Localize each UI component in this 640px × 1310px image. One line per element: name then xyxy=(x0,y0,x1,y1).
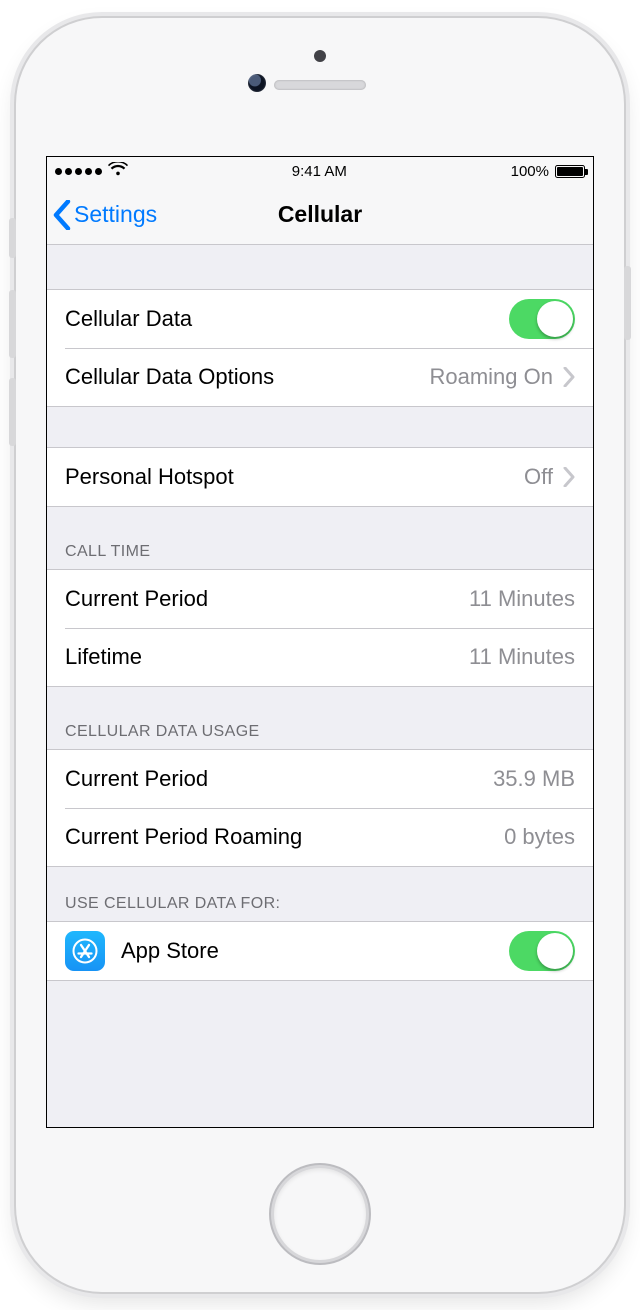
chevron-right-icon xyxy=(563,467,575,487)
battery-percent: 100% xyxy=(511,163,549,180)
front-camera xyxy=(248,74,266,92)
row-cellular-data-options[interactable]: Cellular Data Options Roaming On xyxy=(47,348,593,406)
earpiece-speaker xyxy=(274,80,366,90)
row-data-current-period: Current Period 35.9 MB xyxy=(47,750,593,808)
power-button xyxy=(624,266,631,340)
row-value: 0 bytes xyxy=(504,824,575,850)
group-use-data-for: App Store xyxy=(47,921,593,981)
cellular-data-toggle[interactable] xyxy=(509,299,575,339)
row-label: Cellular Data xyxy=(65,306,509,332)
signal-strength-icon xyxy=(55,168,102,175)
chevron-left-icon xyxy=(53,200,71,230)
app-store-icon xyxy=(65,931,105,971)
status-bar: 9:41 AM 100% xyxy=(47,157,593,185)
row-personal-hotspot[interactable]: Personal Hotspot Off xyxy=(47,448,593,506)
row-cellular-data[interactable]: Cellular Data xyxy=(47,290,593,348)
volume-down-button xyxy=(9,378,16,446)
group-cellular: Cellular Data Cellular Data Options Roam… xyxy=(47,289,593,407)
battery-icon xyxy=(555,165,585,178)
section-header-call-time: CALL TIME xyxy=(47,507,593,569)
chevron-right-icon xyxy=(563,367,575,387)
row-label: Lifetime xyxy=(65,644,469,670)
mute-switch xyxy=(9,218,16,258)
row-label: Current Period xyxy=(65,586,469,612)
row-value: 11 Minutes xyxy=(469,586,575,612)
screen: 9:41 AM 100% Settings Cellular Cellular … xyxy=(46,156,594,1128)
row-label: Personal Hotspot xyxy=(65,464,524,490)
row-call-current-period: Current Period 11 Minutes xyxy=(47,570,593,628)
row-value: 35.9 MB xyxy=(493,766,575,792)
row-label: Current Period xyxy=(65,766,493,792)
row-label: Cellular Data Options xyxy=(65,364,429,390)
row-call-lifetime: Lifetime 11 Minutes xyxy=(47,628,593,686)
proximity-sensor xyxy=(314,50,326,62)
row-value: Roaming On xyxy=(429,364,553,390)
page-title: Cellular xyxy=(278,201,362,228)
back-label: Settings xyxy=(74,201,157,228)
settings-content[interactable]: Cellular Data Cellular Data Options Roam… xyxy=(47,245,593,1127)
row-value: Off xyxy=(524,464,553,490)
group-data-usage: Current Period 35.9 MB Current Period Ro… xyxy=(47,749,593,867)
group-hotspot: Personal Hotspot Off xyxy=(47,447,593,507)
home-button[interactable] xyxy=(274,1168,366,1260)
row-label: App Store xyxy=(121,938,509,964)
iphone-frame: 9:41 AM 100% Settings Cellular Cellular … xyxy=(16,18,624,1292)
section-header-use-data-for: USE CELLULAR DATA FOR: xyxy=(47,867,593,921)
row-data-current-period-roaming: Current Period Roaming 0 bytes xyxy=(47,808,593,866)
back-button[interactable]: Settings xyxy=(53,185,157,244)
section-header-data-usage: CELLULAR DATA USAGE xyxy=(47,687,593,749)
row-value: 11 Minutes xyxy=(469,644,575,670)
app-store-toggle[interactable] xyxy=(509,931,575,971)
wifi-icon xyxy=(108,162,128,180)
row-label: Current Period Roaming xyxy=(65,824,504,850)
nav-bar: Settings Cellular xyxy=(47,185,593,245)
volume-up-button xyxy=(9,290,16,358)
status-time: 9:41 AM xyxy=(292,163,347,180)
group-call-time: Current Period 11 Minutes Lifetime 11 Mi… xyxy=(47,569,593,687)
row-app-store[interactable]: App Store xyxy=(47,922,593,980)
